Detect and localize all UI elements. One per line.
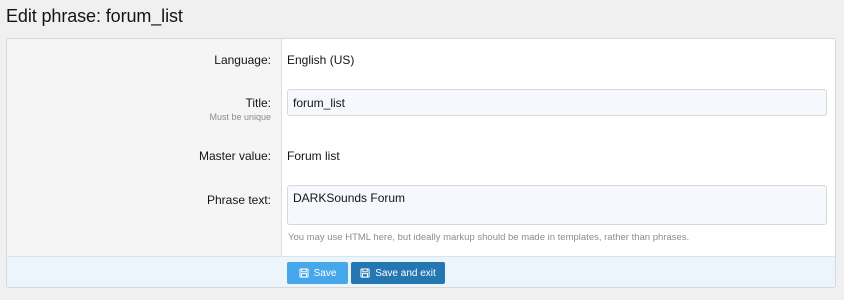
phrase-text-label: Phrase text: (206, 193, 271, 207)
save-and-exit-button-label: Save and exit (375, 267, 436, 279)
phrase-text-explain: You may use HTML here, but ideally marku… (288, 232, 690, 243)
save-button-label: Save (313, 267, 337, 279)
title-hint: Must be unique (209, 112, 271, 122)
save-icon (360, 268, 370, 278)
title-input[interactable] (287, 89, 827, 116)
save-button[interactable]: Save (287, 262, 348, 284)
label-column (7, 39, 282, 256)
page-title: Edit phrase: forum_list (6, 6, 183, 26)
save-and-exit-button[interactable]: Save and exit (351, 262, 445, 284)
edit-phrase-form: Language: English (US) Title: Must be un… (6, 38, 836, 288)
master-value-text: Forum list (287, 149, 340, 163)
title-label: Title: (245, 96, 271, 110)
phrase-text-input[interactable]: DARKSounds Forum (287, 185, 827, 225)
language-value: English (US) (287, 53, 355, 67)
language-label: Language: (214, 53, 271, 67)
master-value-label: Master value: (198, 149, 271, 163)
save-icon (299, 268, 309, 278)
form-submit-row: Save Save and exit (7, 256, 835, 287)
